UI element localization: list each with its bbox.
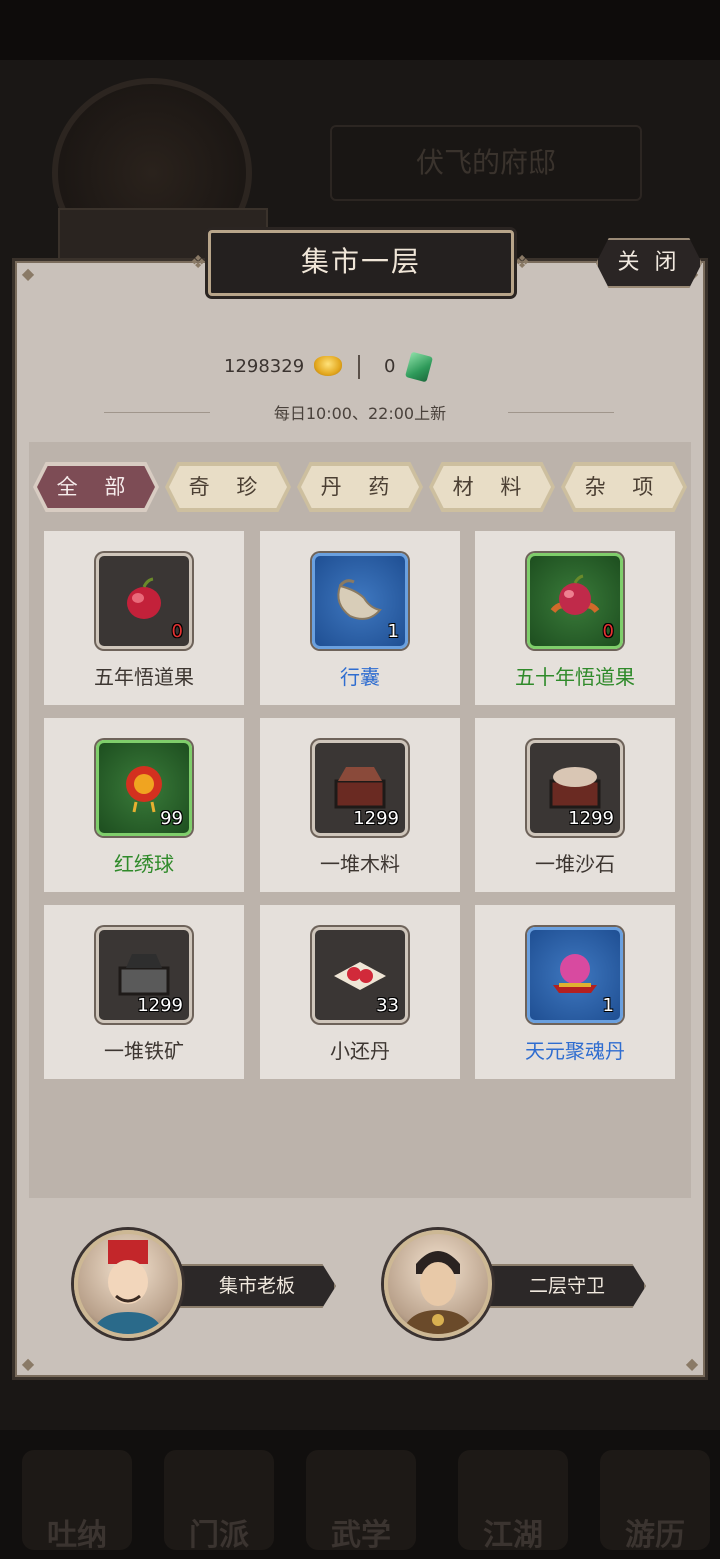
item-count: 1 — [387, 621, 399, 642]
soul-orb-icon — [553, 954, 597, 994]
item-name: 一堆铁矿 — [104, 1039, 184, 1063]
pill-plate-icon — [334, 962, 386, 991]
item-name: 天元聚魂丹 — [525, 1039, 625, 1063]
npc-label: 二层守卫 — [474, 1264, 646, 1308]
sand-chest-icon — [549, 767, 601, 809]
gold-amount: 1298329 — [224, 356, 305, 377]
wood-chest-icon — [334, 767, 386, 809]
shop-item[interactable]: 1299 一堆木料 — [260, 718, 460, 892]
iron-chest-icon — [118, 954, 170, 996]
residence-title: 伏飞的府邸 — [330, 125, 642, 201]
item-name: 一堆沙石 — [535, 852, 615, 876]
nav-jianghu[interactable]: 江湖 — [458, 1450, 568, 1553]
red-fruit-icon — [550, 574, 600, 616]
item-count: 1 — [602, 995, 614, 1016]
item-icon-frame: 1299 — [312, 740, 408, 836]
refresh-schedule: 每日10:00、22:00上新 — [273, 404, 447, 423]
item-count: 1299 — [568, 808, 614, 829]
avatar[interactable] — [384, 1230, 492, 1338]
item-name: 一堆木料 — [320, 852, 400, 876]
corner-ornament-icon: ◆ — [21, 264, 35, 283]
avatar[interactable] — [74, 1230, 182, 1338]
title-ornament-icon: ❖ — [514, 252, 531, 273]
shop-item[interactable]: 1 行囊 — [260, 531, 460, 705]
item-icon-frame: 1 — [527, 927, 623, 1023]
npc-second-floor-guard[interactable]: 二层守卫 — [384, 1230, 654, 1340]
npc-market-boss[interactable]: 集市老板 — [74, 1230, 344, 1340]
npc-label: 集市老板 — [164, 1264, 336, 1308]
item-count: 33 — [376, 995, 399, 1016]
close-button[interactable]: 关 闭 — [596, 238, 702, 288]
panel-title: 集市一层 — [208, 230, 514, 296]
item-icon-frame: 1299 — [96, 927, 192, 1023]
shop-item[interactable]: 0 五十年悟道果 — [475, 531, 675, 705]
tab-misc[interactable]: 杂 项 — [561, 462, 687, 512]
tab-materials[interactable]: 材 料 — [429, 462, 555, 512]
item-name: 五年悟道果 — [94, 665, 194, 689]
item-icon-frame: 99 — [96, 740, 192, 836]
gold-ingot-icon — [314, 356, 342, 376]
shop-item[interactable]: 0 五年悟道果 — [44, 531, 244, 705]
item-count: 1299 — [137, 995, 183, 1016]
cloth-bag-icon — [337, 579, 382, 621]
item-icon-frame: 0 — [96, 553, 192, 649]
item-name: 红绣球 — [114, 852, 174, 876]
guard-portrait-icon — [402, 1251, 474, 1334]
nav-wuxue[interactable]: 武学 — [306, 1450, 416, 1553]
item-icon-frame: 1299 — [527, 740, 623, 836]
nav-menpai[interactable]: 门派 — [164, 1450, 274, 1553]
item-name: 五十年悟道果 — [515, 665, 635, 689]
red-fruit-icon — [127, 577, 161, 620]
item-icon-frame: 1 — [312, 553, 408, 649]
shop-item[interactable]: 1 天元聚魂丹 — [475, 905, 675, 1079]
tab-all[interactable]: 全 部 — [33, 462, 159, 512]
top-status-strip — [0, 0, 720, 60]
item-name: 行囊 — [340, 665, 380, 689]
item-count: 0 — [171, 621, 183, 642]
title-ornament-icon: ❖ — [190, 252, 207, 273]
item-count: 1299 — [353, 808, 399, 829]
item-icon-frame: 0 — [527, 553, 623, 649]
item-icon-frame: 33 — [312, 927, 408, 1023]
shop-item[interactable]: 1299 一堆沙石 — [475, 718, 675, 892]
embroidered-ball-icon — [126, 766, 162, 813]
nav-youli[interactable]: 游历 — [600, 1450, 710, 1553]
tab-rare[interactable]: 奇 珍 — [165, 462, 291, 512]
tab-pills[interactable]: 丹 药 — [297, 462, 423, 512]
item-name: 小还丹 — [330, 1039, 390, 1063]
corner-ornament-icon: ◆ — [685, 1354, 699, 1373]
currency-divider — [358, 355, 360, 379]
nav-tuna[interactable]: 吐纳 — [22, 1450, 132, 1553]
corner-ornament-icon: ◆ — [21, 1354, 35, 1373]
shop-item[interactable]: 33 小还丹 — [260, 905, 460, 1079]
item-count: 0 — [602, 621, 614, 642]
shop-item[interactable]: 1299 一堆铁矿 — [44, 905, 244, 1079]
jade-amount: 0 — [384, 356, 396, 377]
shop-item[interactable]: 99 红绣球 — [44, 718, 244, 892]
merchant-portrait-icon — [92, 1240, 164, 1334]
item-count: 99 — [160, 808, 183, 829]
